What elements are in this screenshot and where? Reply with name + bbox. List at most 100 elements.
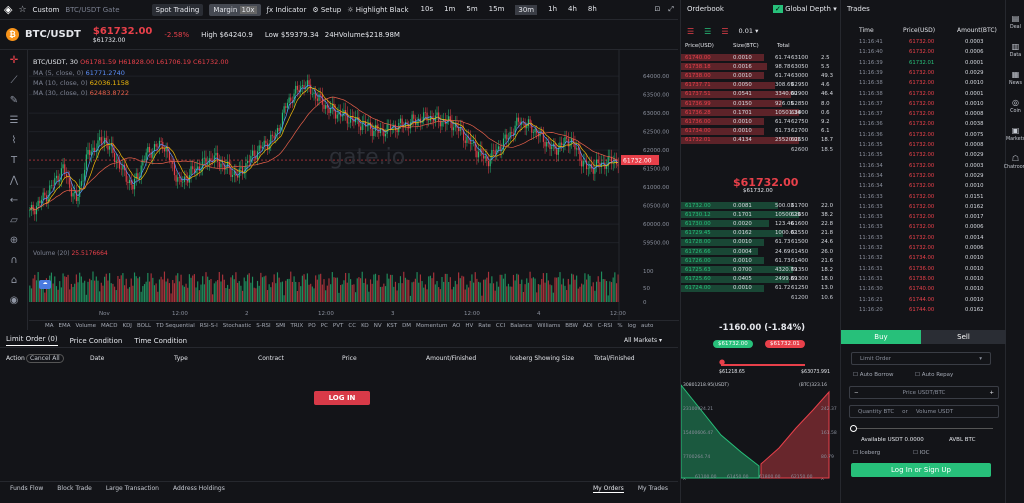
cloud-icon[interactable]: ☁	[39, 280, 51, 289]
asks-row[interactable]: 61737.51 0.0541 3340.00 62900 46.4	[681, 90, 839, 99]
bids-row[interactable]: 61728.00 0.0010 61.73 61500 24.6	[681, 238, 839, 247]
bids-row[interactable]: 61724.00 0.0010 61.72 61250 13.0	[681, 284, 839, 293]
global-depth-toggle[interactable]: ✓ Global Depth ▾	[773, 5, 837, 13]
indicator-22[interactable]: HV	[465, 323, 473, 329]
interval-tab-1h[interactable]: 1h	[548, 5, 557, 15]
fullscreen-icon[interactable]: ⤢	[668, 5, 674, 14]
pattern-icon[interactable]: ⋀	[0, 170, 28, 190]
rail-news[interactable]: ▦ News	[1006, 64, 1024, 92]
asks-only-icon[interactable]: ☰	[721, 27, 728, 36]
ioc-checkbox[interactable]: ☐ IOC	[913, 450, 929, 456]
interval-tab-30m[interactable]: 30m	[515, 4, 538, 15]
indicator-28[interactable]: ADI	[583, 323, 593, 329]
magnet-icon[interactable]: ∩	[0, 250, 28, 270]
slider-handle[interactable]	[850, 425, 857, 432]
eye-icon[interactable]: ◉	[0, 290, 28, 310]
asks-row[interactable]: 61736.99 0.0150 926.05 62850 8.0	[681, 99, 839, 108]
rail-coin[interactable]: ◎ Coin	[1006, 92, 1024, 120]
indicator-4[interactable]: KDJ	[122, 323, 131, 329]
indicator-26[interactable]: Williams	[537, 323, 560, 329]
asks-row[interactable]: 61736.00 0.0010 61.74 62750 9.2	[681, 117, 839, 126]
rail-deal[interactable]: ▤ Deal	[1006, 8, 1024, 36]
indicator-27[interactable]: BBW	[565, 323, 578, 329]
asks-row[interactable]: 61737.71 0.0050 308.69 62950 4.6	[681, 81, 839, 90]
trend-line-icon[interactable]: ⟋	[0, 70, 28, 90]
fib-icon[interactable]: ☰	[0, 110, 28, 130]
bottom-tab-0[interactable]: Funds Flow	[10, 485, 43, 492]
lock-icon[interactable]: ⌂	[0, 270, 28, 290]
login-button[interactable]: LOG IN	[314, 391, 370, 405]
bottom-tab-1[interactable]: Block Trade	[57, 485, 92, 492]
auto-repay-checkbox[interactable]: ☐ Auto Repay	[915, 372, 953, 378]
all-markets-dropdown[interactable]: All Markets ▾	[624, 337, 662, 344]
interval-tab-5m[interactable]: 5m	[466, 5, 477, 15]
text-icon[interactable]: T	[0, 150, 28, 170]
login-signup-button[interactable]: Log In or Sign Up	[851, 463, 991, 477]
indicator-25[interactable]: Balance	[510, 323, 532, 329]
camera-icon[interactable]: ⊡	[655, 5, 661, 14]
back-arrow-icon[interactable]: ←	[0, 190, 28, 210]
indicator-2[interactable]: Volume	[76, 323, 96, 329]
bids-row[interactable]: 61729.45 0.0162 1000.02 61550 21.8	[681, 229, 839, 238]
interval-tab-8h[interactable]: 8h	[588, 5, 597, 15]
bids-row[interactable]: 61732.00 0.0081 500.03 61700 22.0	[681, 201, 839, 210]
margin-button[interactable]: Margin 10x	[209, 3, 261, 16]
both-sides-icon[interactable]: ☰	[687, 27, 694, 36]
indicator-15[interactable]: CC	[348, 323, 356, 329]
indicator-3[interactable]: MACD	[101, 323, 118, 329]
bottom-tab-3[interactable]: Address Holdings	[173, 485, 225, 492]
indicator-13[interactable]: PC	[321, 323, 328, 329]
highlight-button[interactable]: ☼ Highlight Black	[347, 6, 408, 14]
precision-select[interactable]: 0.01 ▾	[739, 27, 759, 36]
indicator-19[interactable]: DM	[402, 323, 411, 329]
asks-row[interactable]: 61738.00 0.0010 61.74 63000 49.3	[681, 71, 839, 80]
indicator-6[interactable]: TD Sequential	[156, 323, 195, 329]
order-tab-2[interactable]: Time Condition	[134, 337, 187, 345]
indicator-1[interactable]: EMA	[59, 323, 71, 329]
plus-icon[interactable]: +	[989, 390, 994, 396]
spot-trading-button[interactable]: Spot Trading	[151, 3, 204, 16]
indicator-9[interactable]: S-RSI	[256, 323, 270, 329]
asks-row[interactable]: 61738.18 0.0016 98.78 63050 5.5	[681, 62, 839, 71]
custom-tab[interactable]: Custom	[33, 6, 60, 14]
pen-icon[interactable]: ✎	[0, 90, 28, 110]
bottom-right-tab-1[interactable]: My Trades	[638, 485, 668, 492]
bids-row[interactable]: 61725.63 0.0700 4320.79 61350 18.2	[681, 265, 839, 274]
indicator-11[interactable]: TRIX	[291, 323, 304, 329]
rail-chatroom[interactable]: ☖ Chatroom	[1004, 148, 1024, 176]
setup-button[interactable]: ⚙ Setup	[312, 6, 341, 14]
bottom-tab-2[interactable]: Large Transaction	[106, 485, 159, 492]
bids-only-icon[interactable]: ☰	[704, 27, 711, 36]
indicator-5[interactable]: BOLL	[137, 323, 151, 329]
crosshair-icon[interactable]: ✛	[0, 50, 28, 70]
login-link[interactable]: Log In	[891, 466, 912, 474]
indicator-button[interactable]: ƒx Indicator	[267, 6, 307, 14]
star-icon[interactable]: ☆	[18, 5, 26, 15]
minus-icon[interactable]: −	[854, 390, 859, 396]
asks-row[interactable]: 61732.01 0.4134 25520.01 62650 18.7	[681, 136, 839, 145]
asks-row[interactable]: 61736.28 0.1701 10501.34 62800 0.6	[681, 108, 839, 117]
indicator-24[interactable]: CCI	[496, 323, 505, 329]
auto-borrow-checkbox[interactable]: ☐ Auto Borrow	[853, 372, 894, 378]
indicator-23[interactable]: Rate	[478, 323, 491, 329]
rail-markets[interactable]: ▣ Markets	[1006, 120, 1024, 148]
cancel-all-button[interactable]: Cancel All	[26, 353, 64, 363]
indicator-8[interactable]: Stochastic	[223, 323, 251, 329]
amount-slider[interactable]	[851, 428, 993, 429]
iceberg-checkbox[interactable]: ☐ Iceberg	[853, 450, 880, 456]
zoom-icon[interactable]: ⊕	[0, 230, 28, 250]
indicator-31[interactable]: log	[628, 323, 636, 329]
bids-row[interactable]: 61726.66 0.0004 24.69 61450 26.0	[681, 247, 839, 256]
buy-tab[interactable]: Buy	[841, 330, 921, 344]
indicator-29[interactable]: C-RSI	[598, 323, 613, 329]
bids-row[interactable]: 61730.00 0.0020 123.46 61600 22.8	[681, 219, 839, 228]
indicator-16[interactable]: KO	[361, 323, 369, 329]
indicator-10[interactable]: SMI	[276, 323, 286, 329]
interval-tab-10s[interactable]: 10s	[421, 5, 434, 15]
indicator-21[interactable]: AO	[452, 323, 460, 329]
indicator-30[interactable]: %	[617, 323, 622, 329]
order-tab-1[interactable]: Price Condition	[70, 337, 123, 345]
bids-row[interactable]: 61725.60 0.0405 2499.89 61300 18.0	[681, 275, 839, 284]
indicator-0[interactable]: MA	[45, 323, 54, 329]
price-input[interactable]: − Price USDT/BTC +	[849, 386, 999, 399]
